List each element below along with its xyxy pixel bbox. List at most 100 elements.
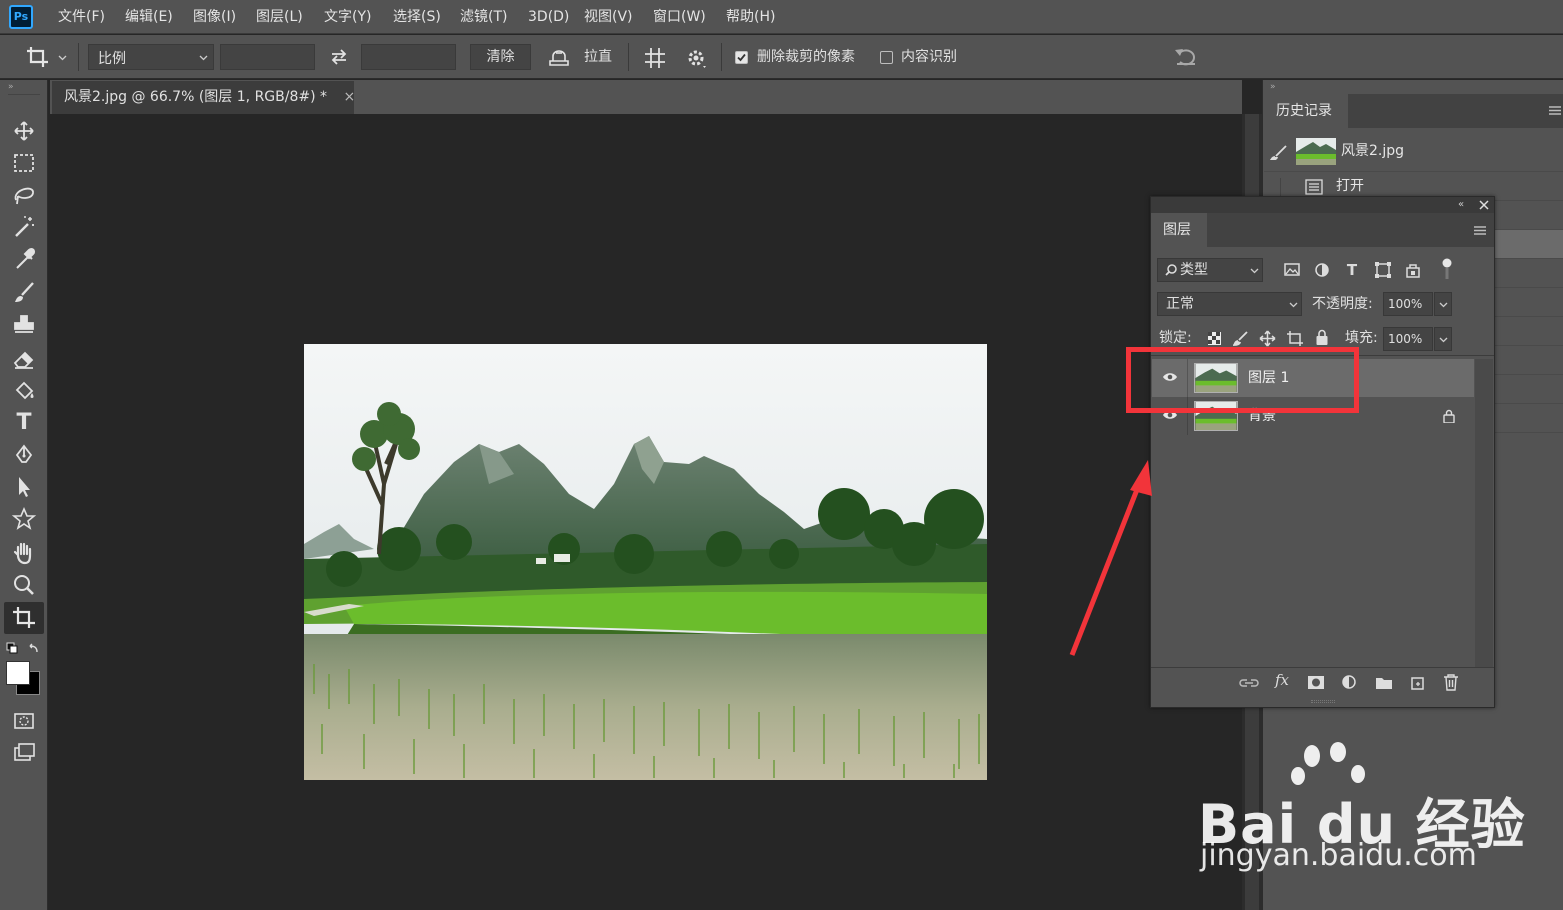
opacity-input[interactable]: 100% (1383, 292, 1433, 316)
new-adjustment-layer-icon[interactable] (1341, 674, 1359, 692)
ratio-dropdown-label: 比例 (98, 51, 126, 67)
history-panel-header: 历史记录 (1264, 94, 1563, 128)
straighten-icon[interactable] (547, 47, 571, 67)
chevron-down-icon (1439, 302, 1448, 308)
zoom-tool-icon[interactable] (8, 570, 40, 600)
layers-panel-titlebar[interactable]: « (1151, 197, 1494, 213)
collapse-toolbar-icon[interactable]: » (8, 82, 14, 92)
divider (628, 43, 629, 71)
layers-scrollbar[interactable] (1475, 359, 1493, 667)
collapse-dock-icon[interactable]: » (1270, 82, 1276, 92)
document-tab-title: 风景2.jpg @ 66.7% (图层 1, RGB/8#) * (64, 89, 328, 105)
menu-filter[interactable]: 滤镜(T) (460, 0, 507, 34)
lasso-tool-icon[interactable] (8, 180, 40, 210)
delete-layer-trash-icon[interactable] (1443, 674, 1459, 691)
add-mask-icon[interactable] (1307, 675, 1325, 690)
filter-toggle-icon[interactable] (1441, 258, 1453, 280)
type-tool-icon[interactable]: T (8, 408, 40, 438)
chevron-down-icon (58, 55, 67, 61)
reset-icon[interactable] (1174, 46, 1198, 68)
filter-adjustment-icon[interactable] (1311, 259, 1333, 281)
lock-artboard-icon[interactable] (1286, 330, 1304, 347)
delete-cropped-pixels-checkbox[interactable] (735, 51, 748, 64)
crop-height-input[interactable] (361, 44, 456, 70)
history-brush-source-icon[interactable] (1270, 144, 1290, 160)
quick-mask-icon[interactable] (8, 706, 40, 736)
link-layers-icon[interactable] (1239, 676, 1259, 690)
eraser-tool-icon[interactable] (8, 344, 40, 374)
brush-tool-icon[interactable] (8, 278, 40, 308)
overlay-grid-icon[interactable] (644, 47, 666, 69)
layers-list-empty-area[interactable] (1152, 435, 1474, 667)
screen-mode-icon[interactable] (8, 738, 40, 768)
paint-bucket-tool-icon[interactable] (8, 376, 40, 406)
crop-width-input[interactable] (220, 44, 315, 70)
clear-button[interactable]: 清除 (470, 44, 531, 70)
opacity-slider-toggle[interactable] (1434, 292, 1452, 316)
lock-image-pixels-icon[interactable] (1233, 330, 1249, 346)
lock-transparent-pixels-icon[interactable] (1207, 331, 1222, 346)
filter-smart-object-icon[interactable] (1402, 259, 1424, 281)
menu-help[interactable]: 帮助(H) (726, 0, 775, 34)
menu-window[interactable]: 窗口(W) (653, 0, 706, 34)
chevron-down-icon (1250, 268, 1259, 274)
crop-tool-preset-icon[interactable] (26, 46, 50, 68)
eyedropper-tool-icon[interactable] (8, 244, 40, 274)
layer-style-fx-icon[interactable]: fx (1275, 671, 1289, 689)
hand-tool-icon[interactable] (8, 538, 40, 568)
panel-menu-icon[interactable] (1549, 105, 1561, 116)
blend-mode-label: 正常 (1166, 296, 1194, 312)
menu-edit[interactable]: 编辑(E) (125, 0, 173, 34)
new-group-folder-icon[interactable] (1375, 675, 1393, 690)
straighten-label[interactable]: 拉直 (584, 35, 612, 79)
filter-type-icon[interactable]: T (1341, 259, 1363, 281)
swap-icon[interactable] (330, 48, 348, 66)
stamp-tool-icon[interactable] (8, 310, 40, 340)
panel-resize-grip[interactable] (1311, 700, 1335, 703)
foreground-color-swatch[interactable] (6, 661, 30, 685)
fill-input[interactable]: 100% (1383, 327, 1433, 351)
filter-shape-icon[interactable] (1372, 259, 1394, 281)
tools-panel: » T (0, 80, 48, 910)
panel-menu-icon[interactable] (1474, 225, 1486, 236)
divider (78, 43, 79, 71)
document-tab[interactable]: 风景2.jpg @ 66.7% (图层 1, RGB/8#) * × (52, 81, 355, 114)
filter-pixel-icon[interactable] (1281, 259, 1303, 281)
lock-position-icon[interactable] (1259, 330, 1276, 347)
gear-icon[interactable] (686, 48, 708, 70)
custom-shape-tool-icon[interactable] (8, 504, 40, 534)
layers-panel-footer: fx (1151, 667, 1494, 697)
checkmark-icon (737, 53, 746, 62)
crop-tool-icon[interactable] (8, 603, 40, 633)
fill-slider-toggle[interactable] (1434, 327, 1452, 351)
move-tool-icon[interactable] (8, 116, 40, 146)
layer-filter-dropdown[interactable]: 类型 (1157, 258, 1263, 282)
path-selection-tool-icon[interactable] (8, 472, 40, 502)
new-layer-icon[interactable] (1409, 674, 1426, 691)
layers-tab[interactable]: 图层 (1151, 213, 1207, 247)
menu-layer[interactable]: 图层(L) (256, 0, 303, 34)
menu-3d[interactable]: 3D(D) (528, 0, 569, 34)
blend-mode-dropdown[interactable]: 正常 (1157, 292, 1302, 316)
close-icon[interactable]: × (343, 89, 355, 105)
menu-file[interactable]: 文件(F) (58, 0, 105, 34)
search-icon (1165, 264, 1177, 276)
menu-type[interactable]: 文字(Y) (324, 0, 371, 34)
default-colors-icon[interactable] (6, 642, 42, 656)
ratio-dropdown[interactable]: 比例 (88, 44, 214, 70)
delete-cropped-pixels-label[interactable]: 删除裁剪的像素 (757, 35, 855, 79)
baidu-paw-icon (1291, 742, 1365, 785)
history-tab[interactable]: 历史记录 (1264, 94, 1348, 128)
history-snapshot-row[interactable]: 风景2.jpg (1264, 130, 1563, 172)
marquee-tool-icon[interactable] (8, 148, 40, 178)
content-aware-label[interactable]: 内容识别 (901, 35, 957, 79)
menu-view[interactable]: 视图(V) (584, 0, 633, 34)
close-icon[interactable] (1479, 200, 1489, 210)
pen-tool-icon[interactable] (8, 440, 40, 470)
content-aware-checkbox[interactable] (880, 51, 893, 64)
magic-wand-tool-icon[interactable] (8, 212, 40, 242)
lock-all-icon[interactable] (1315, 329, 1329, 346)
menu-select[interactable]: 选择(S) (393, 0, 441, 34)
menu-image[interactable]: 图像(I) (193, 0, 236, 34)
collapse-panel-icon[interactable]: « (1458, 197, 1464, 212)
